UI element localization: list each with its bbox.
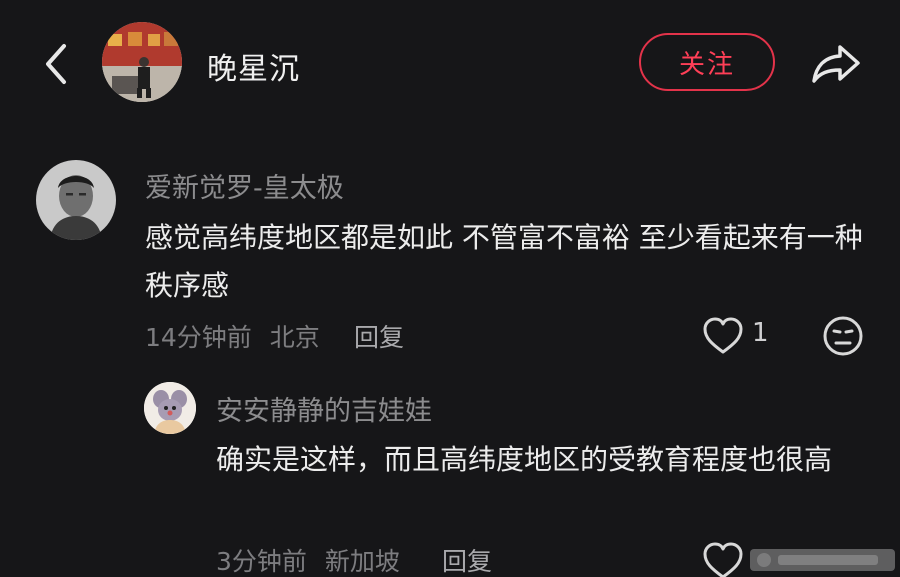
replier-username[interactable]: 安安静静的吉娃娃	[216, 389, 432, 428]
comment-time: 14分钟前	[145, 323, 252, 352]
comment-meta: 14分钟前 北京	[145, 318, 320, 354]
commenter-username[interactable]: 爱新觉罗-皇太极	[145, 166, 344, 205]
heart-icon	[703, 317, 743, 354]
watermark	[750, 545, 895, 575]
reply-location: 新加坡	[324, 547, 400, 576]
comment-like-count: 1	[752, 318, 769, 348]
reply-like-button[interactable]	[702, 541, 744, 577]
reply-reply-button[interactable]: 回复	[442, 542, 492, 577]
comment-detail-screen: 晚星沉 关注 爱新觉罗-皇太极 感觉高纬度地区都是如此 不管富不富裕 至少看起来…	[0, 0, 900, 577]
comment-text: 感觉高纬度地区都是如此 不管富不富裕 至少看起来有一种秩序感	[145, 221, 863, 302]
author-name[interactable]: 晚星沉	[207, 44, 300, 88]
commenter-avatar[interactable]	[36, 160, 116, 240]
comment-reply-button[interactable]: 回复	[354, 318, 404, 354]
author-avatar[interactable]	[102, 22, 182, 102]
chevron-left-icon	[46, 44, 66, 84]
comment-like-button[interactable]	[702, 316, 744, 356]
reply-time: 3分钟前	[216, 547, 307, 576]
heart-icon	[703, 542, 743, 577]
reply-meta: 3分钟前 新加坡	[216, 542, 400, 577]
share-button[interactable]	[806, 38, 866, 88]
share-arrow-icon	[812, 45, 860, 83]
reply-text: 确实是这样，而且高纬度地区的受教育程度也很高	[216, 443, 833, 476]
follow-button[interactable]: 关注	[639, 33, 775, 91]
neutral-face-icon	[823, 316, 863, 356]
comment-location: 北京	[269, 323, 320, 352]
comment-dislike-button[interactable]	[822, 315, 864, 357]
back-button[interactable]	[36, 40, 76, 88]
replier-avatar[interactable]	[144, 382, 196, 434]
